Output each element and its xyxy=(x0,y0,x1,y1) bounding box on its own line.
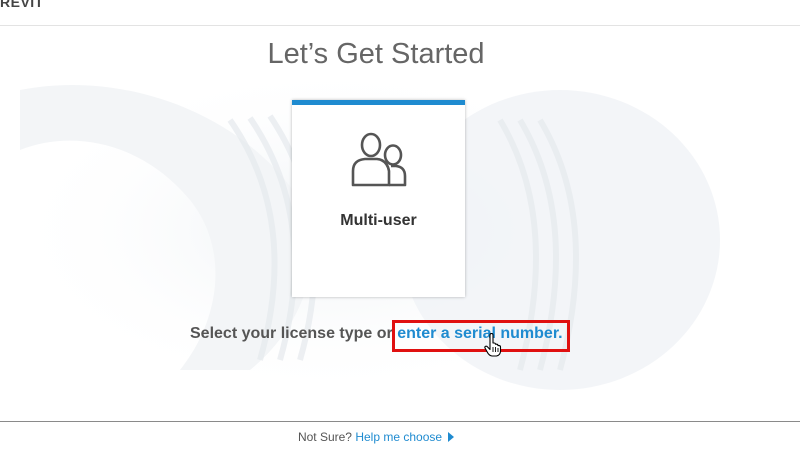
header-bar: REVIT xyxy=(0,0,800,26)
footer-divider xyxy=(0,421,800,422)
users-icon xyxy=(351,132,407,187)
license-card-label: Multi-user xyxy=(340,212,417,229)
license-card-multi-user[interactable]: Multi-user xyxy=(292,100,465,297)
not-sure-text: Not Sure? xyxy=(297,430,352,444)
help-me-choose-link[interactable]: Help me choose xyxy=(355,430,455,444)
play-icon xyxy=(448,432,455,442)
footer: Not Sure? Help me choose xyxy=(0,430,752,444)
license-prompt-text: Select your license type or xyxy=(190,325,393,342)
page-title: Let’s Get Started xyxy=(267,38,485,70)
brand-logo: REVIT xyxy=(0,0,44,10)
hand-cursor-icon xyxy=(484,333,502,357)
help-me-choose-label: Help me choose xyxy=(355,430,443,444)
highlight-annotation xyxy=(392,320,570,352)
